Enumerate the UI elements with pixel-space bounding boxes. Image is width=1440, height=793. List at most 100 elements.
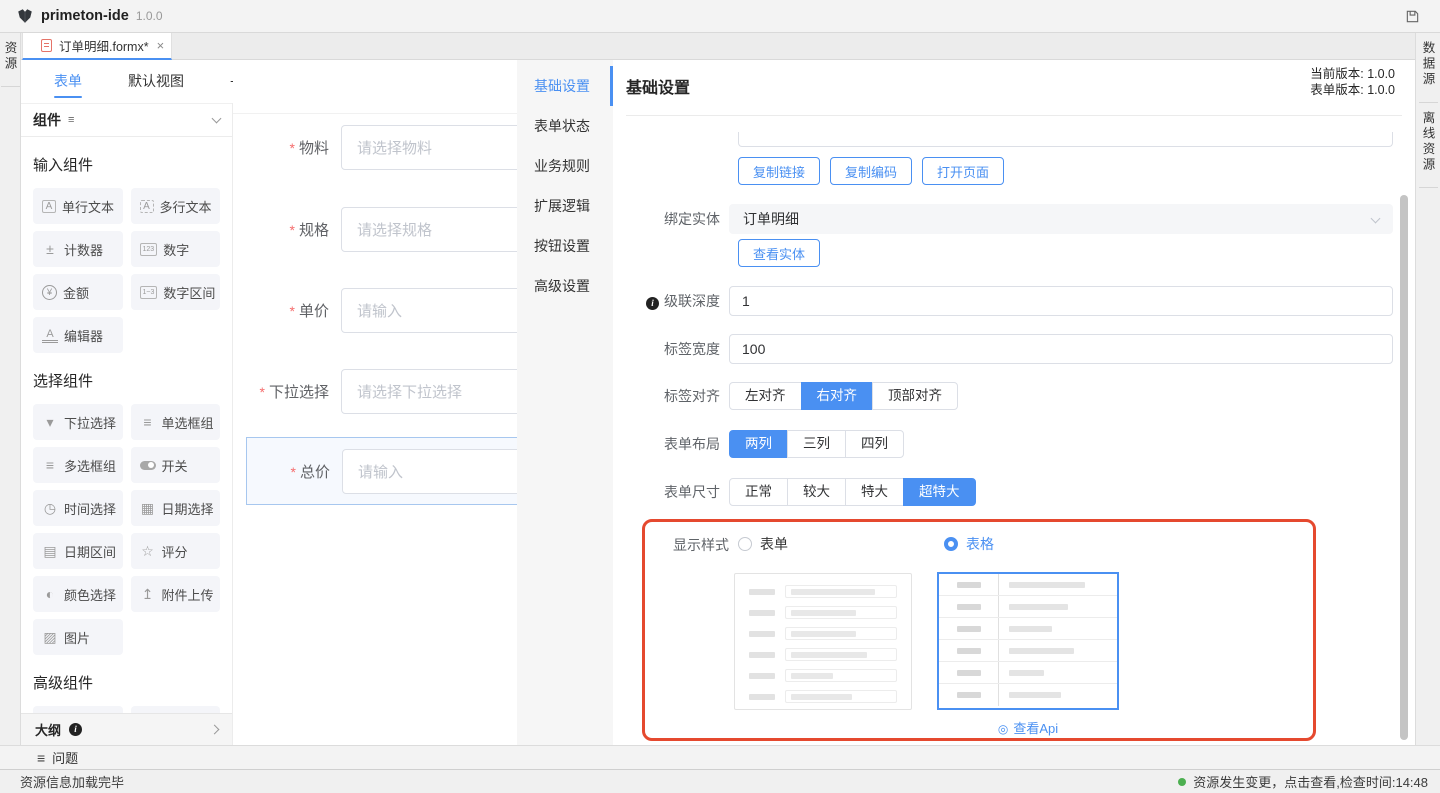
file-tab-label: 订单明细.formx*	[59, 36, 149, 55]
palette-header[interactable]: 组件 ≡	[21, 103, 232, 137]
field-input[interactable]: 请输入	[342, 449, 517, 494]
palette-item[interactable]: 1~3数字区间	[131, 274, 221, 310]
view-api-link[interactable]: ◎查看Api	[937, 718, 1119, 737]
segment-option[interactable]: 三列	[787, 430, 846, 458]
segment-option[interactable]: 正常	[729, 478, 788, 506]
palette-menu-icon[interactable]: ≡	[68, 114, 74, 126]
radio-option[interactable]: 表单	[738, 534, 788, 554]
settings-nav-item[interactable]: 业务规则	[517, 146, 613, 186]
segment-option[interactable]: 特大	[845, 478, 904, 506]
skeleton-table-row	[939, 596, 1117, 618]
view-tab[interactable]: 表单	[54, 60, 82, 103]
segment-option[interactable]: 超特大	[903, 478, 976, 506]
palette-item[interactable]	[131, 706, 221, 713]
skeleton-input	[785, 669, 897, 682]
segment-option[interactable]: 顶部对齐	[872, 382, 958, 410]
rail-item[interactable]: 数据源	[1419, 41, 1438, 103]
rail-item[interactable]: 资源	[1, 41, 20, 87]
palette-item[interactable]: ▾下拉选择	[33, 404, 123, 440]
palette-item[interactable]: A多行文本	[131, 188, 221, 224]
palette-item-label: 附件上传	[162, 585, 214, 604]
palette-group-title: 选择组件	[33, 370, 220, 391]
palette-item[interactable]: ¥金额	[33, 274, 123, 310]
rail-item[interactable]: 离线资源	[1419, 111, 1438, 188]
field-placeholder: 请输入	[357, 300, 402, 321]
selected-field-container[interactable]: *总价请输入	[246, 437, 517, 505]
palette-item[interactable]: ±计数器	[33, 231, 123, 267]
settings-nav-item[interactable]: 高级设置	[517, 266, 613, 306]
table-style-preview[interactable]	[937, 572, 1119, 710]
radio-icon[interactable]	[944, 537, 958, 551]
form-style-preview[interactable]	[734, 573, 912, 710]
outline-bar[interactable]: 大纲 i	[21, 713, 232, 745]
skeleton-input	[785, 585, 897, 598]
segment-option[interactable]: 两列	[729, 430, 788, 458]
palette-item[interactable]: ▤日期区间	[33, 533, 123, 569]
cascade-depth-input[interactable]	[729, 286, 1393, 316]
view-tab[interactable]: 默认视图	[128, 60, 184, 103]
skeleton-row	[749, 585, 897, 598]
skeleton-bar	[791, 610, 856, 616]
chevron-down-icon[interactable]	[212, 114, 222, 124]
palette-item-label: 单行文本	[62, 197, 114, 216]
radio-option[interactable]: 表格	[944, 534, 994, 554]
clipped-input[interactable]	[738, 132, 1393, 147]
label-width-input[interactable]	[729, 334, 1393, 364]
segment-option[interactable]: 较大	[787, 478, 846, 506]
palette-item[interactable]	[33, 706, 123, 713]
field-input[interactable]: 请选择物料	[341, 125, 517, 170]
settings-nav-item[interactable]: 基础设置	[517, 66, 613, 106]
required-asterisk: *	[260, 384, 265, 400]
settings-nav-item[interactable]: 表单状态	[517, 106, 613, 146]
bind-entity-select[interactable]: 订单明细	[729, 204, 1393, 234]
skeleton-bar	[749, 610, 775, 616]
form-layout-row: 表单布局 两列三列四列	[626, 430, 1393, 458]
skeleton-row	[749, 648, 897, 661]
scrollbar[interactable]	[1400, 195, 1408, 740]
palette-item[interactable]: ↥ 附件上传	[131, 576, 221, 612]
palette-item[interactable]: A单行文本	[33, 188, 123, 224]
close-tab-icon[interactable]: ×	[157, 38, 165, 53]
settings-nav-item[interactable]: 扩展逻辑	[517, 186, 613, 226]
resource-change-notice[interactable]: 资源发生变更，点击查看,检查时间:14:48	[1178, 772, 1428, 791]
action-button[interactable]: 复制编码	[830, 157, 912, 185]
save-button[interactable]	[1405, 9, 1420, 24]
radio-icon[interactable]	[738, 537, 752, 551]
settings-nav-item[interactable]: 按钮设置	[517, 226, 613, 266]
canvas-field[interactable]: *规格请选择规格	[233, 207, 517, 252]
image-icon: ▨	[42, 629, 58, 646]
skeleton-table-cell	[999, 640, 1117, 661]
palette-item-label: 评分	[162, 542, 188, 561]
field-input[interactable]: 请选择下拉选择	[341, 369, 517, 414]
field-input[interactable]: 请选择规格	[341, 207, 517, 252]
palette-item[interactable]: 123数字	[131, 231, 221, 267]
segment-option[interactable]: 左对齐	[729, 382, 802, 410]
file-tab-order-detail[interactable]: 订单明细.formx* ×	[22, 33, 172, 60]
chevron-right-icon[interactable]	[210, 725, 220, 735]
skeleton-table-cell	[939, 596, 999, 617]
palette-item[interactable]: ☆评分	[131, 533, 221, 569]
segment-option[interactable]: 四列	[845, 430, 904, 458]
action-button[interactable]: 打开页面	[922, 157, 1004, 185]
canvas-field[interactable]: *下拉选择请选择下拉选择	[233, 369, 517, 414]
canvas-field[interactable]: *总价请输入	[234, 449, 517, 494]
field-input[interactable]: 请输入	[341, 288, 517, 333]
form-design-canvas[interactable]: *总价请输入 *物料请选择物料 *规格请选择规格 *单价请输入 *下拉选择请选择下拉选…	[233, 60, 517, 745]
right-activity-rail: 数据源离线资源	[1415, 33, 1440, 745]
action-button[interactable]: 复制链接	[738, 157, 820, 185]
palette-item[interactable]: ◷时间选择	[33, 490, 123, 526]
palette-item[interactable]: A编辑器	[33, 317, 123, 353]
view-entity-button[interactable]: 查看实体	[738, 239, 820, 267]
palette-item[interactable]: ▦日期选择	[131, 490, 221, 526]
upload-icon: ↥	[140, 586, 156, 603]
palette-item[interactable]: 开关	[131, 447, 221, 483]
canvas-field[interactable]: *单价请输入	[233, 288, 517, 333]
canvas-field[interactable]: *物料请选择物料	[233, 125, 517, 170]
settings-nav: 基础设置表单状态业务规则扩展逻辑按钮设置高级设置	[517, 60, 613, 745]
palette-item[interactable]: ▨图片	[33, 619, 123, 655]
segment-option[interactable]: 右对齐	[801, 382, 874, 410]
palette-item[interactable]: ≡单选框组	[131, 404, 221, 440]
problems-bar[interactable]: ≡ 问题	[0, 745, 1440, 769]
palette-item[interactable]: ◐颜色选择	[33, 576, 123, 612]
palette-item[interactable]: ≡多选框组	[33, 447, 123, 483]
